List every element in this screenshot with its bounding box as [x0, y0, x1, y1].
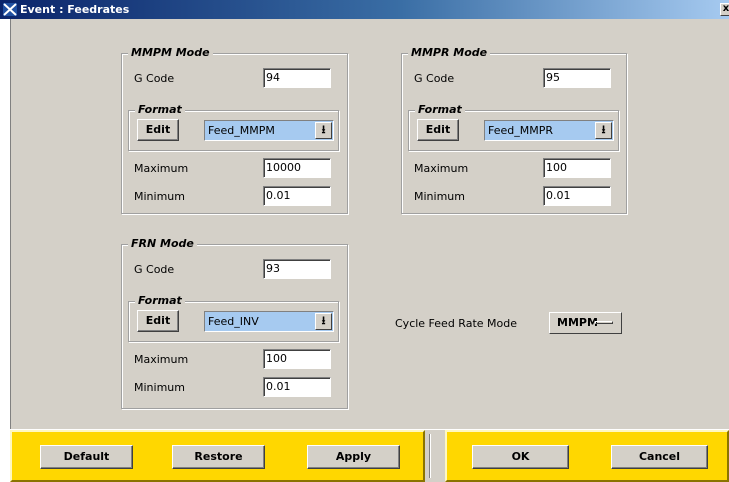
app-icon: [3, 3, 17, 16]
mmpr-maximum-field[interactable]: 100: [543, 158, 611, 178]
frn-format-select[interactable]: Feed_INV ⭳: [204, 311, 334, 332]
mmpm-maximum-field[interactable]: 10000: [263, 158, 331, 178]
title-bar: Event : Feedrates x: [0, 0, 729, 19]
cycle-feed-rate-menu[interactable]: MMPM: [549, 312, 622, 334]
mmpr-edit-button[interactable]: Edit: [417, 119, 459, 141]
frn-edit-button[interactable]: Edit: [137, 310, 179, 332]
frn-format-title: Format: [135, 294, 185, 308]
mmpm-gcode-field[interactable]: 94: [263, 68, 331, 88]
mmpm-format-title: Format: [135, 103, 185, 117]
mmpm-edit-button[interactable]: Edit: [137, 119, 179, 141]
option-menu-indicator-icon: [595, 321, 613, 324]
frn-minimum-label: Minimum: [134, 381, 185, 394]
mmpm-format-group: Format Edit Feed_MMPM ⭳: [128, 103, 339, 151]
frn-mode-title: FRN Mode: [128, 237, 197, 251]
frn-minimum-field[interactable]: 0.01: [263, 377, 331, 397]
frn-format-value: Feed_INV: [208, 315, 259, 328]
frn-maximum-label: Maximum: [134, 353, 189, 366]
mmpr-format-title: Format: [415, 103, 465, 117]
mmpm-format-value: Feed_MMPM: [208, 124, 275, 137]
mmpr-maximum-label: Maximum: [414, 162, 469, 175]
mmpm-maximum-label: Maximum: [134, 162, 189, 175]
mmpm-minimum-field[interactable]: 0.01: [263, 186, 331, 206]
cycle-feed-rate-label: Cycle Feed Rate Mode: [395, 317, 517, 330]
mmpr-gcode-field[interactable]: 95: [543, 68, 611, 88]
apply-button[interactable]: Apply: [307, 445, 400, 469]
frn-gcode-field[interactable]: 93: [263, 259, 331, 279]
ok-button[interactable]: OK: [472, 445, 569, 469]
frn-format-group: Format Edit Feed_INV ⭳: [128, 294, 339, 342]
restore-button[interactable]: Restore: [172, 445, 265, 469]
down-arrow-icon[interactable]: ⭳: [315, 313, 332, 330]
frn-gcode-label: G Code: [134, 263, 175, 276]
mmpr-mode-group: MMPR Mode G Code 95 Format Edit Feed_MMP…: [401, 46, 627, 214]
cycle-feed-rate-value: MMPM: [557, 316, 598, 329]
default-button[interactable]: Default: [40, 445, 133, 469]
mmpm-minimum-label: Minimum: [134, 190, 185, 203]
frn-mode-group: FRN Mode G Code 93 Format Edit Feed_INV …: [121, 237, 348, 409]
down-arrow-icon[interactable]: ⭳: [595, 122, 612, 139]
down-arrow-icon[interactable]: ⭳: [315, 122, 332, 139]
mmpm-mode-title: MMPM Mode: [128, 46, 213, 60]
mmpr-mode-title: MMPR Mode: [408, 46, 491, 60]
mmpm-gcode-label: G Code: [134, 72, 175, 85]
frn-maximum-field[interactable]: 100: [263, 349, 331, 369]
mmpr-minimum-field[interactable]: 0.01: [543, 186, 611, 206]
mmpm-mode-group: MMPM Mode G Code 94 Format Edit Feed_MMP…: [121, 46, 348, 214]
action-separator: [425, 430, 445, 482]
mmpr-format-value: Feed_MMPR: [488, 124, 554, 137]
cancel-button[interactable]: Cancel: [611, 445, 708, 469]
window-title: Event : Feedrates: [20, 3, 130, 16]
mmpr-minimum-label: Minimum: [414, 190, 465, 203]
dialog-body: MMPM Mode G Code 94 Format Edit Feed_MMP…: [10, 19, 729, 429]
mmpr-gcode-label: G Code: [414, 72, 455, 85]
mmpr-format-group: Format Edit Feed_MMPR ⭳: [408, 103, 619, 151]
mmpr-format-select[interactable]: Feed_MMPR ⭳: [484, 120, 614, 141]
close-icon[interactable]: x: [720, 3, 729, 16]
mmpm-format-select[interactable]: Feed_MMPM ⭳: [204, 120, 334, 141]
